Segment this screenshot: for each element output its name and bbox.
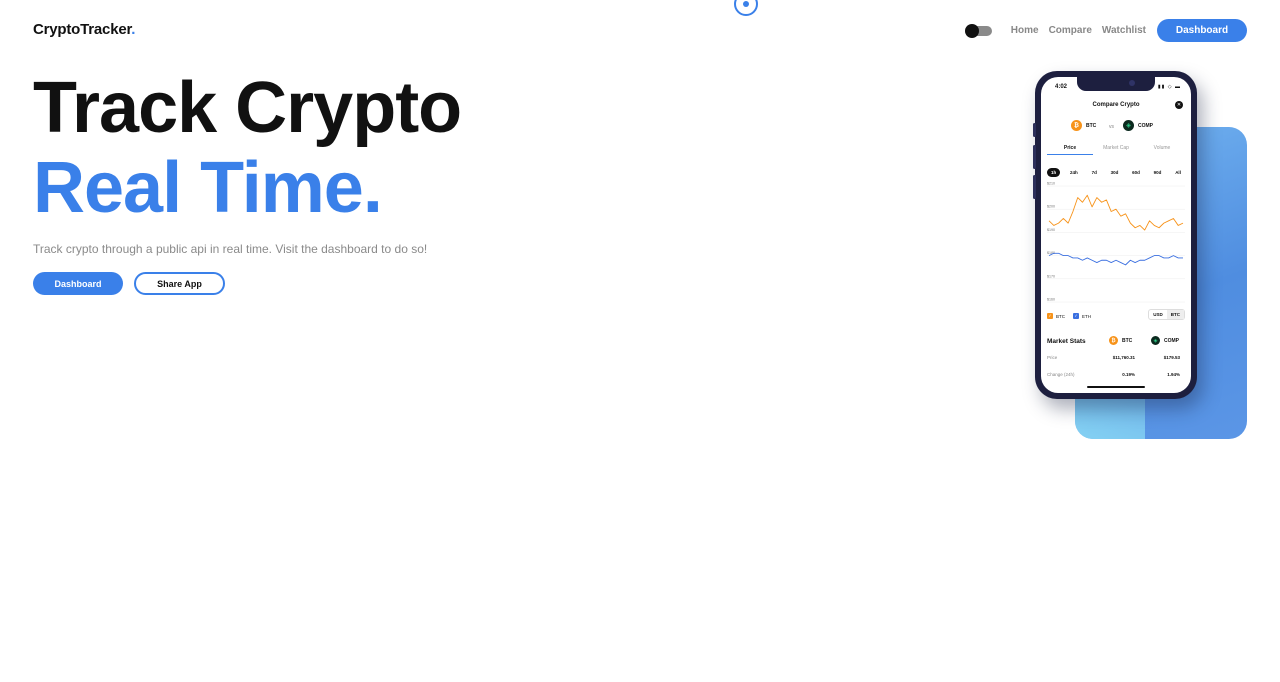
legend-eth: ETH bbox=[1082, 313, 1091, 319]
tab-price[interactable]: Price bbox=[1047, 145, 1093, 155]
coin-b[interactable]: ◈ COMP bbox=[1123, 120, 1153, 131]
nav-link-home[interactable]: Home bbox=[1011, 25, 1039, 36]
stats-coin-b-label: COMP bbox=[1164, 337, 1179, 344]
tab-volume[interactable]: Volume bbox=[1139, 145, 1185, 155]
nav-link-compare[interactable]: Compare bbox=[1049, 25, 1092, 36]
range-90d[interactable]: 90d bbox=[1150, 168, 1166, 177]
stats-row: Price $11,760.31 $179.53 bbox=[1047, 355, 1180, 360]
phone-screen: 4:02 ▮▮ ◇ ▬ Compare Crypto ✕ ₿ BTC vs ◈ … bbox=[1041, 77, 1191, 393]
btc-checkbox[interactable]: ✓ bbox=[1047, 313, 1053, 319]
stats-coin-b: ◈ COMP bbox=[1151, 336, 1179, 345]
hero-title-line2: Real Time. bbox=[33, 148, 383, 228]
hero-title-line1: Track Crypto bbox=[33, 68, 462, 148]
tab-market-cap[interactable]: Market Cap bbox=[1093, 145, 1139, 155]
currency-toggle: USD BTC bbox=[1148, 309, 1185, 320]
eth-series-line bbox=[1048, 252, 1183, 266]
stats-title: Market Stats bbox=[1047, 338, 1086, 345]
compound-icon: ◈ bbox=[1123, 120, 1134, 131]
stats-row: Change (24h) 0.19% 1.94% bbox=[1047, 372, 1180, 377]
hero-subtitle: Track crypto through a public api in rea… bbox=[33, 242, 428, 256]
compound-icon: ◈ bbox=[1151, 336, 1160, 345]
range-24h[interactable]: 24h bbox=[1066, 168, 1082, 177]
y-tick-label: $200 bbox=[1047, 205, 1055, 209]
stats-label: Price bbox=[1047, 355, 1058, 360]
stats-coin-a: ₿ BTC bbox=[1109, 336, 1132, 345]
phone-notch bbox=[1077, 77, 1155, 91]
phone-button bbox=[1033, 123, 1036, 137]
stats-value-b: $179.53 bbox=[1163, 355, 1180, 360]
currency-btc[interactable]: BTC bbox=[1166, 310, 1184, 319]
nav-link-watchlist[interactable]: Watchlist bbox=[1102, 25, 1146, 36]
stats-value-a: 0.19% bbox=[1122, 372, 1135, 377]
stats-label: Change (24h) bbox=[1047, 372, 1075, 377]
legend-btc: BTC bbox=[1056, 313, 1065, 319]
phone-button bbox=[1033, 145, 1036, 169]
coin-a[interactable]: ₿ BTC bbox=[1071, 120, 1096, 131]
price-chart: $210$200$190$180$170$160 bbox=[1047, 182, 1185, 303]
bitcoin-icon: ₿ bbox=[1071, 120, 1082, 131]
home-indicator bbox=[1087, 386, 1145, 388]
range-30d[interactable]: 30d bbox=[1107, 168, 1123, 177]
brand-dot: . bbox=[131, 21, 136, 38]
range-1h[interactable]: 1h bbox=[1047, 168, 1061, 177]
eth-checkbox[interactable]: ✓ bbox=[1073, 313, 1079, 319]
y-tick-label: $210 bbox=[1047, 182, 1055, 186]
chart-legend: ✓ BTC ✓ ETH bbox=[1047, 313, 1091, 319]
coin-b-label: COMP bbox=[1138, 122, 1153, 129]
metric-tabs: Price Market Cap Volume bbox=[1047, 145, 1185, 155]
close-icon[interactable]: ✕ bbox=[1175, 101, 1183, 109]
range-60d[interactable]: 60d bbox=[1128, 168, 1144, 177]
navbar: CryptoTracker. Home Compare Watchlist Da… bbox=[0, 0, 1280, 62]
brand-name: CryptoTracker bbox=[33, 21, 132, 38]
y-tick-label: $160 bbox=[1047, 298, 1055, 302]
phone-mockup: 4:02 ▮▮ ◇ ▬ Compare Crypto ✕ ₿ BTC vs ◈ … bbox=[1033, 71, 1197, 399]
camera-icon bbox=[1129, 80, 1135, 86]
currency-usd[interactable]: USD bbox=[1149, 310, 1167, 319]
hero-dashboard-button[interactable]: Dashboard bbox=[33, 272, 123, 295]
brand-logo[interactable]: CryptoTracker. bbox=[33, 21, 135, 38]
nav-right: Home Compare Watchlist Dashboard bbox=[964, 19, 1247, 42]
y-tick-label: $190 bbox=[1047, 228, 1055, 232]
btc-series-line bbox=[1048, 194, 1184, 231]
theme-toggle[interactable] bbox=[964, 23, 992, 38]
share-app-button[interactable]: Share App bbox=[134, 272, 225, 295]
nav-dashboard-button[interactable]: Dashboard bbox=[1157, 19, 1247, 42]
phone-button bbox=[1033, 175, 1036, 199]
status-icons: ▮▮ ◇ ▬ bbox=[1157, 84, 1181, 90]
range-7d[interactable]: 7d bbox=[1088, 168, 1101, 177]
stats-value-a: $11,760.31 bbox=[1112, 355, 1135, 360]
range-selector: 1h 24h 7d 30d 60d 90d All bbox=[1047, 168, 1185, 177]
stats-coin-a-label: BTC bbox=[1122, 337, 1133, 344]
range-all[interactable]: All bbox=[1171, 168, 1185, 177]
app-title: Compare Crypto bbox=[1092, 102, 1140, 108]
status-time: 4:02 bbox=[1055, 84, 1068, 90]
stats-value-b: 1.94% bbox=[1167, 372, 1180, 377]
y-tick-label: $170 bbox=[1047, 274, 1055, 278]
toggle-knob bbox=[964, 23, 979, 38]
bitcoin-icon: ₿ bbox=[1109, 336, 1118, 345]
coin-a-label: BTC bbox=[1086, 122, 1097, 129]
vs-label: vs bbox=[1109, 124, 1114, 130]
